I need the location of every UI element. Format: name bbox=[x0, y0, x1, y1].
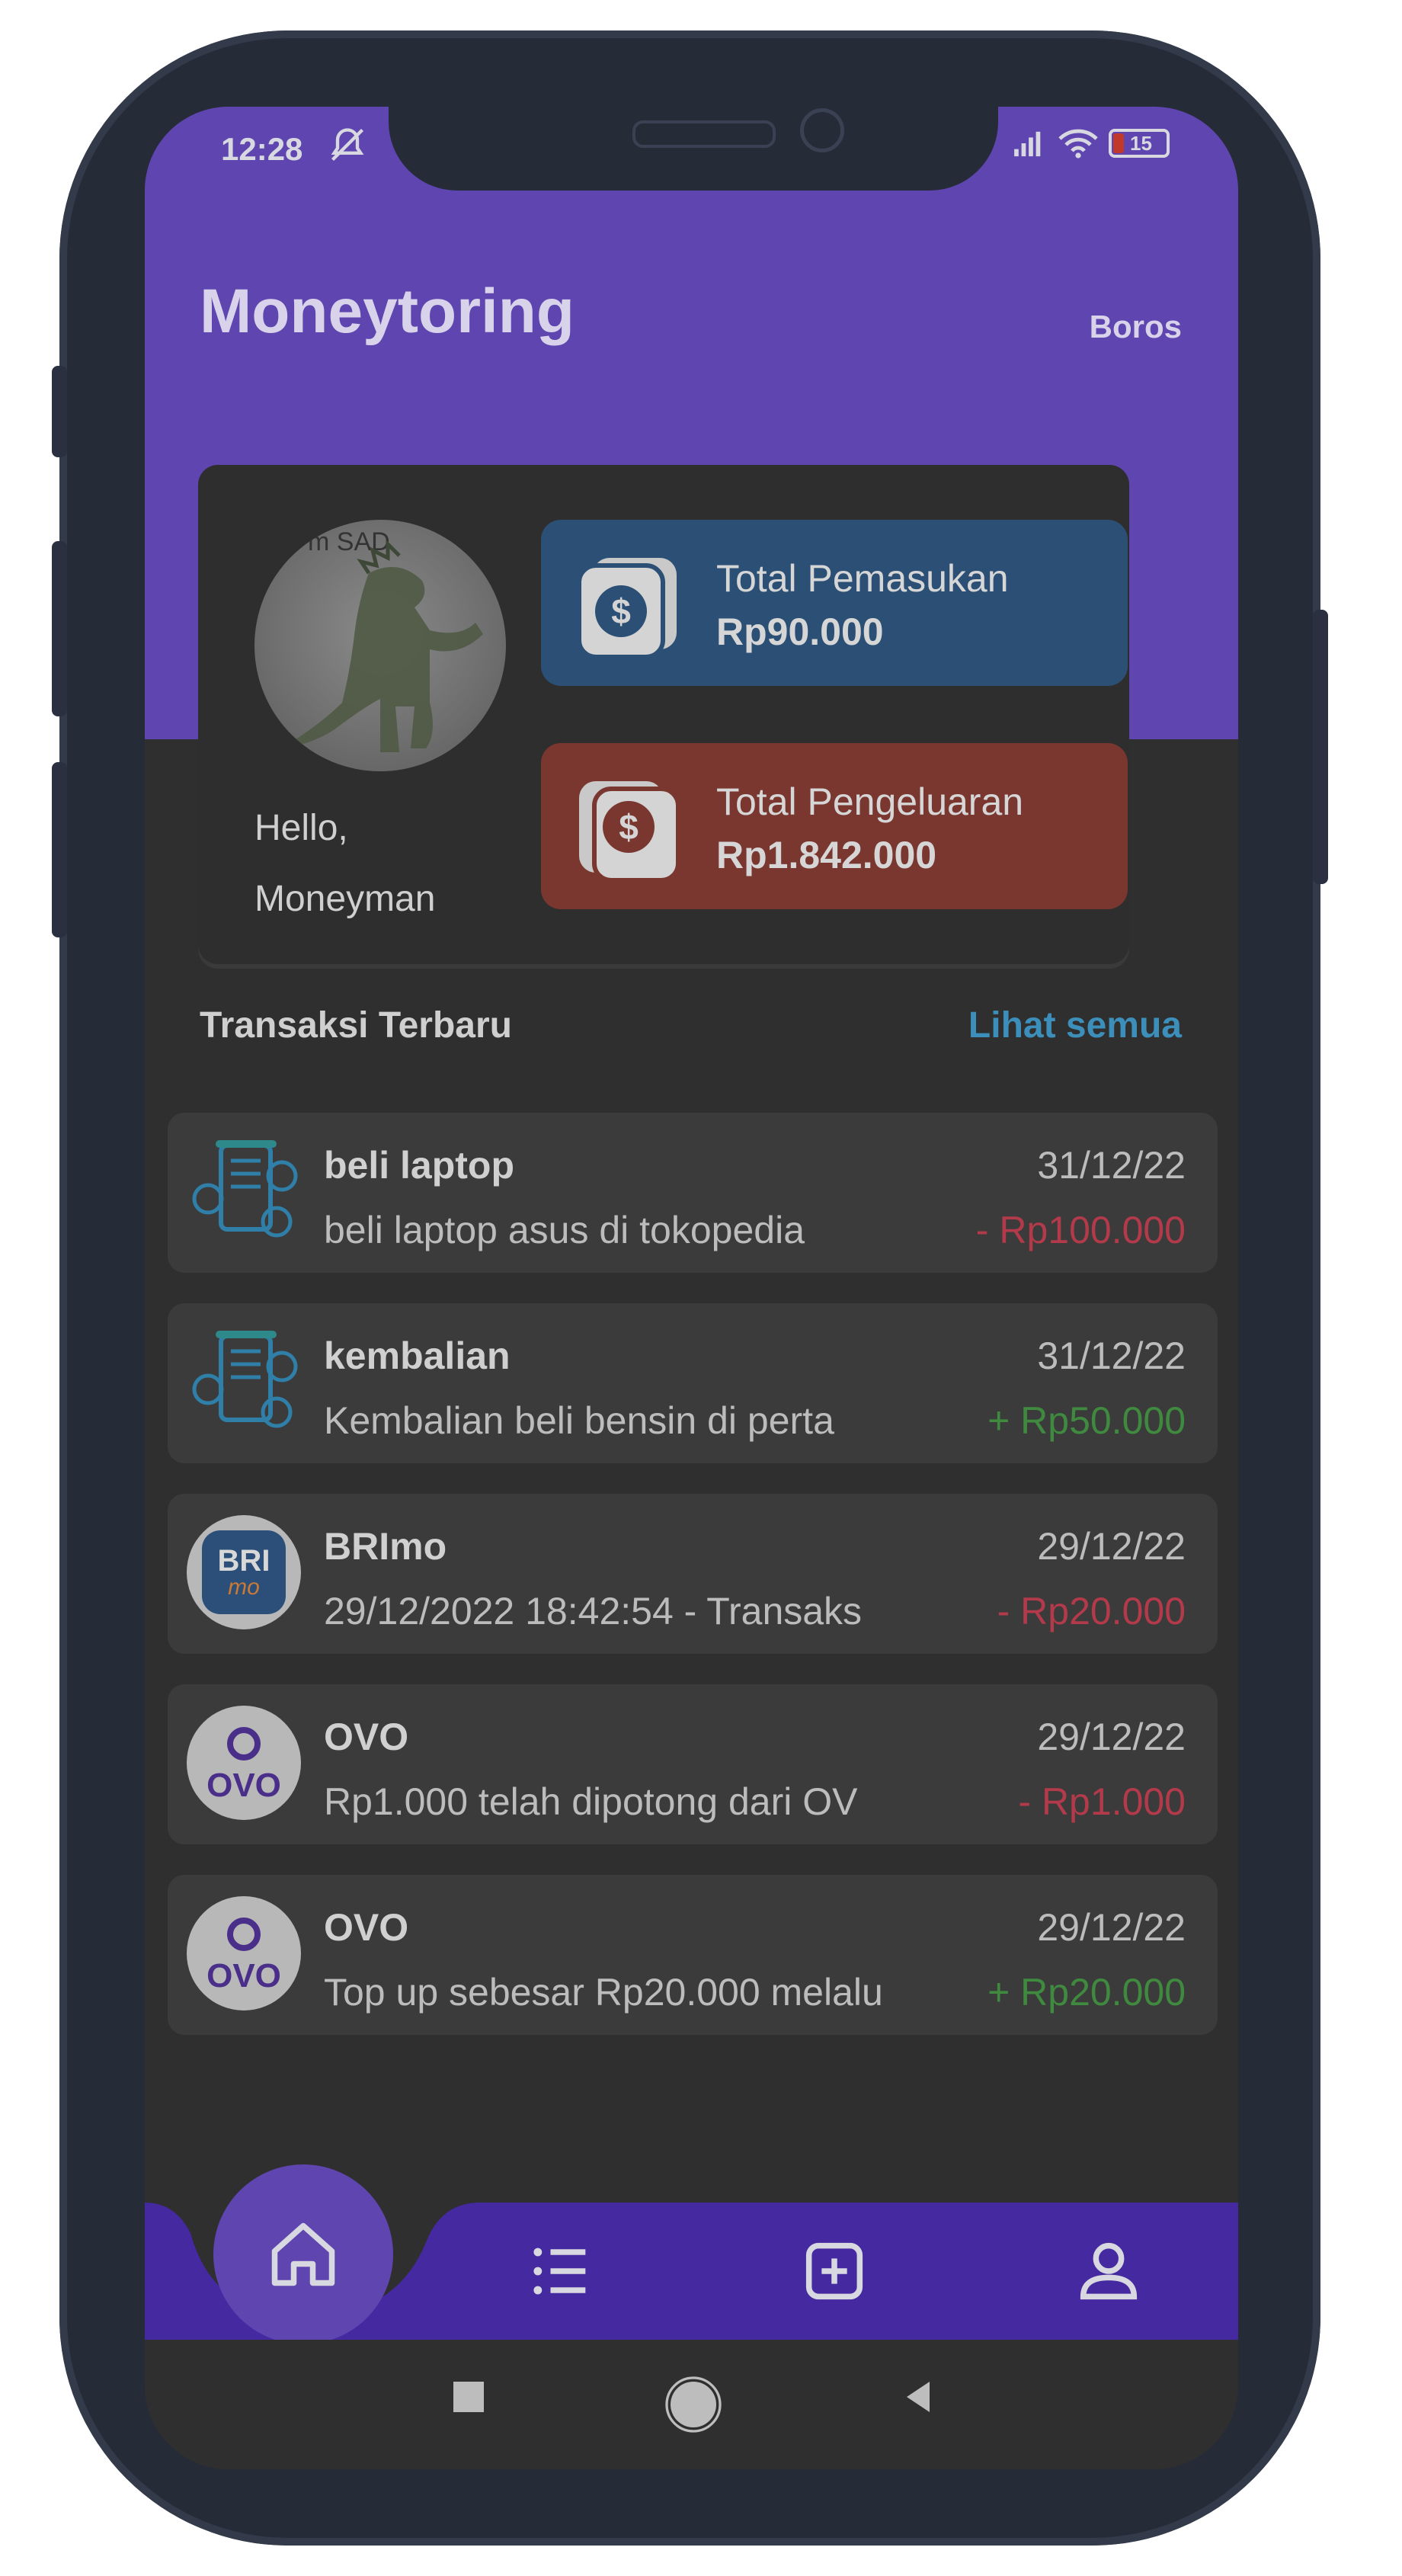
transaction-date: 31/12/22 bbox=[1037, 1144, 1186, 1187]
brimo-logo-text: BRI bbox=[217, 1544, 270, 1578]
transaction-item[interactable]: BRI mo BRImo 29/12/2022 18:42:54 - Trans… bbox=[168, 1494, 1218, 1654]
transaction-item[interactable]: kembalian Kembalian beli bensin di perta… bbox=[168, 1303, 1218, 1463]
svg-text:$: $ bbox=[619, 807, 639, 847]
transaction-title: BRImo bbox=[324, 1525, 447, 1568]
nav-transactions-list[interactable] bbox=[522, 2233, 598, 2309]
recent-transactions-title: Transaksi Terbaru bbox=[200, 1005, 512, 1046]
wifi-icon bbox=[1058, 129, 1098, 159]
brimo-logo-icon: BRI mo bbox=[187, 1515, 301, 1629]
battery-icon: 15 bbox=[1109, 129, 1170, 158]
back-icon[interactable] bbox=[895, 2374, 941, 2420]
spending-status: Boros bbox=[1089, 309, 1182, 344]
battery-level: 15 bbox=[1130, 132, 1152, 155]
total-expense-card[interactable]: $ Total Pengeluaran Rp1.842.000 bbox=[541, 743, 1128, 909]
transaction-amount: - Rp1.000 bbox=[1018, 1780, 1186, 1823]
income-value: Rp90.000 bbox=[716, 610, 884, 653]
list-icon bbox=[533, 2248, 586, 2295]
nav-add-transaction[interactable] bbox=[796, 2233, 872, 2309]
transaction-title: kembalian bbox=[324, 1334, 511, 1377]
nav-profile[interactable] bbox=[1071, 2233, 1147, 2309]
ovo-logo-icon: OVO bbox=[187, 1896, 301, 2010]
transaction-description: 29/12/2022 18:42:54 - Transaks bbox=[324, 1590, 863, 1632]
power-button bbox=[1313, 610, 1328, 884]
greeting-hello: Hello, bbox=[254, 808, 348, 848]
transaction-description: beli laptop asus di tokopedia bbox=[324, 1209, 805, 1251]
status-icons: 15 bbox=[1013, 128, 1170, 159]
transaction-title: OVO bbox=[324, 1716, 409, 1758]
home-button[interactable] bbox=[213, 2164, 393, 2344]
see-all-link[interactable]: Lihat semua bbox=[968, 1004, 1182, 1046]
transaction-date: 29/12/22 bbox=[1037, 1906, 1186, 1949]
godzilla-image bbox=[281, 539, 483, 752]
front-camera bbox=[800, 108, 844, 152]
volume-button bbox=[52, 762, 67, 937]
transaction-title: beli laptop bbox=[324, 1144, 514, 1187]
transaction-description: Rp1.000 telah dipotong dari OV bbox=[324, 1780, 858, 1823]
recent-apps-icon[interactable] bbox=[446, 2374, 491, 2420]
brimo-logo-subtext: mo bbox=[228, 1575, 260, 1600]
money-icon: $ bbox=[579, 781, 680, 883]
transaction-date: 31/12/22 bbox=[1037, 1334, 1186, 1377]
bell-muted-icon bbox=[331, 128, 364, 162]
app-title: Moneytoring bbox=[200, 277, 575, 346]
expense-value: Rp1.842.000 bbox=[716, 834, 937, 876]
camera-notch bbox=[389, 107, 998, 191]
greeting: Hello, Moneyman bbox=[254, 793, 435, 934]
home-system-icon[interactable] bbox=[663, 2374, 724, 2435]
ovo-logo-icon: OVO bbox=[187, 1706, 301, 1820]
ovo-logo-text: OVO bbox=[206, 1957, 281, 1994]
system-navigation-bar bbox=[145, 2340, 1238, 2469]
avatar[interactable]: m SAD bbox=[254, 520, 506, 771]
money-document-icon bbox=[192, 1331, 298, 1428]
volume-button bbox=[52, 541, 67, 716]
signal-icon bbox=[1014, 131, 1041, 157]
transaction-item[interactable]: beli laptop beli laptop asus di tokopedi… bbox=[168, 1113, 1218, 1273]
svg-text:$: $ bbox=[611, 591, 631, 631]
transaction-title: OVO bbox=[324, 1906, 409, 1949]
screen-content: 12:28 15 Moneytoring Boros m SAD Hello, … bbox=[145, 107, 1238, 2469]
profile-icon bbox=[1080, 2242, 1138, 2300]
transaction-amount: - Rp20.000 bbox=[997, 1590, 1186, 1632]
transaction-amount: + Rp20.000 bbox=[987, 1971, 1186, 2014]
status-time: 12:28 bbox=[221, 131, 303, 167]
expense-label: Total Pengeluaran bbox=[716, 780, 1024, 823]
total-income-card[interactable]: $ Total Pemasukan Rp90.000 bbox=[541, 520, 1128, 686]
transaction-item[interactable]: OVO OVO Rp1.000 telah dipotong dari OV 2… bbox=[168, 1684, 1218, 1844]
transaction-date: 29/12/22 bbox=[1037, 1525, 1186, 1568]
income-label: Total Pemasukan bbox=[716, 557, 1009, 600]
home-icon bbox=[271, 2222, 335, 2286]
transaction-item[interactable]: OVO OVO Top up sebesar Rp20.000 melalu 2… bbox=[168, 1875, 1218, 2035]
volume-button bbox=[52, 366, 67, 457]
transaction-description: Kembalian beli bensin di perta bbox=[324, 1399, 834, 1442]
transaction-date: 29/12/22 bbox=[1037, 1716, 1186, 1758]
ovo-logo-text: OVO bbox=[206, 1767, 281, 1804]
money-icon: $ bbox=[577, 558, 677, 659]
money-document-icon bbox=[192, 1140, 298, 1238]
add-icon bbox=[805, 2242, 863, 2300]
transaction-description: Top up sebesar Rp20.000 melalu bbox=[324, 1971, 883, 2014]
greeting-name: Moneyman bbox=[254, 879, 436, 919]
transaction-amount: - Rp100.000 bbox=[975, 1209, 1186, 1251]
summary-card: m SAD Hello, Moneyman $ Total Pemasukan … bbox=[198, 465, 1129, 964]
transaction-amount: + Rp50.000 bbox=[987, 1399, 1186, 1442]
speaker-grille bbox=[632, 120, 776, 148]
